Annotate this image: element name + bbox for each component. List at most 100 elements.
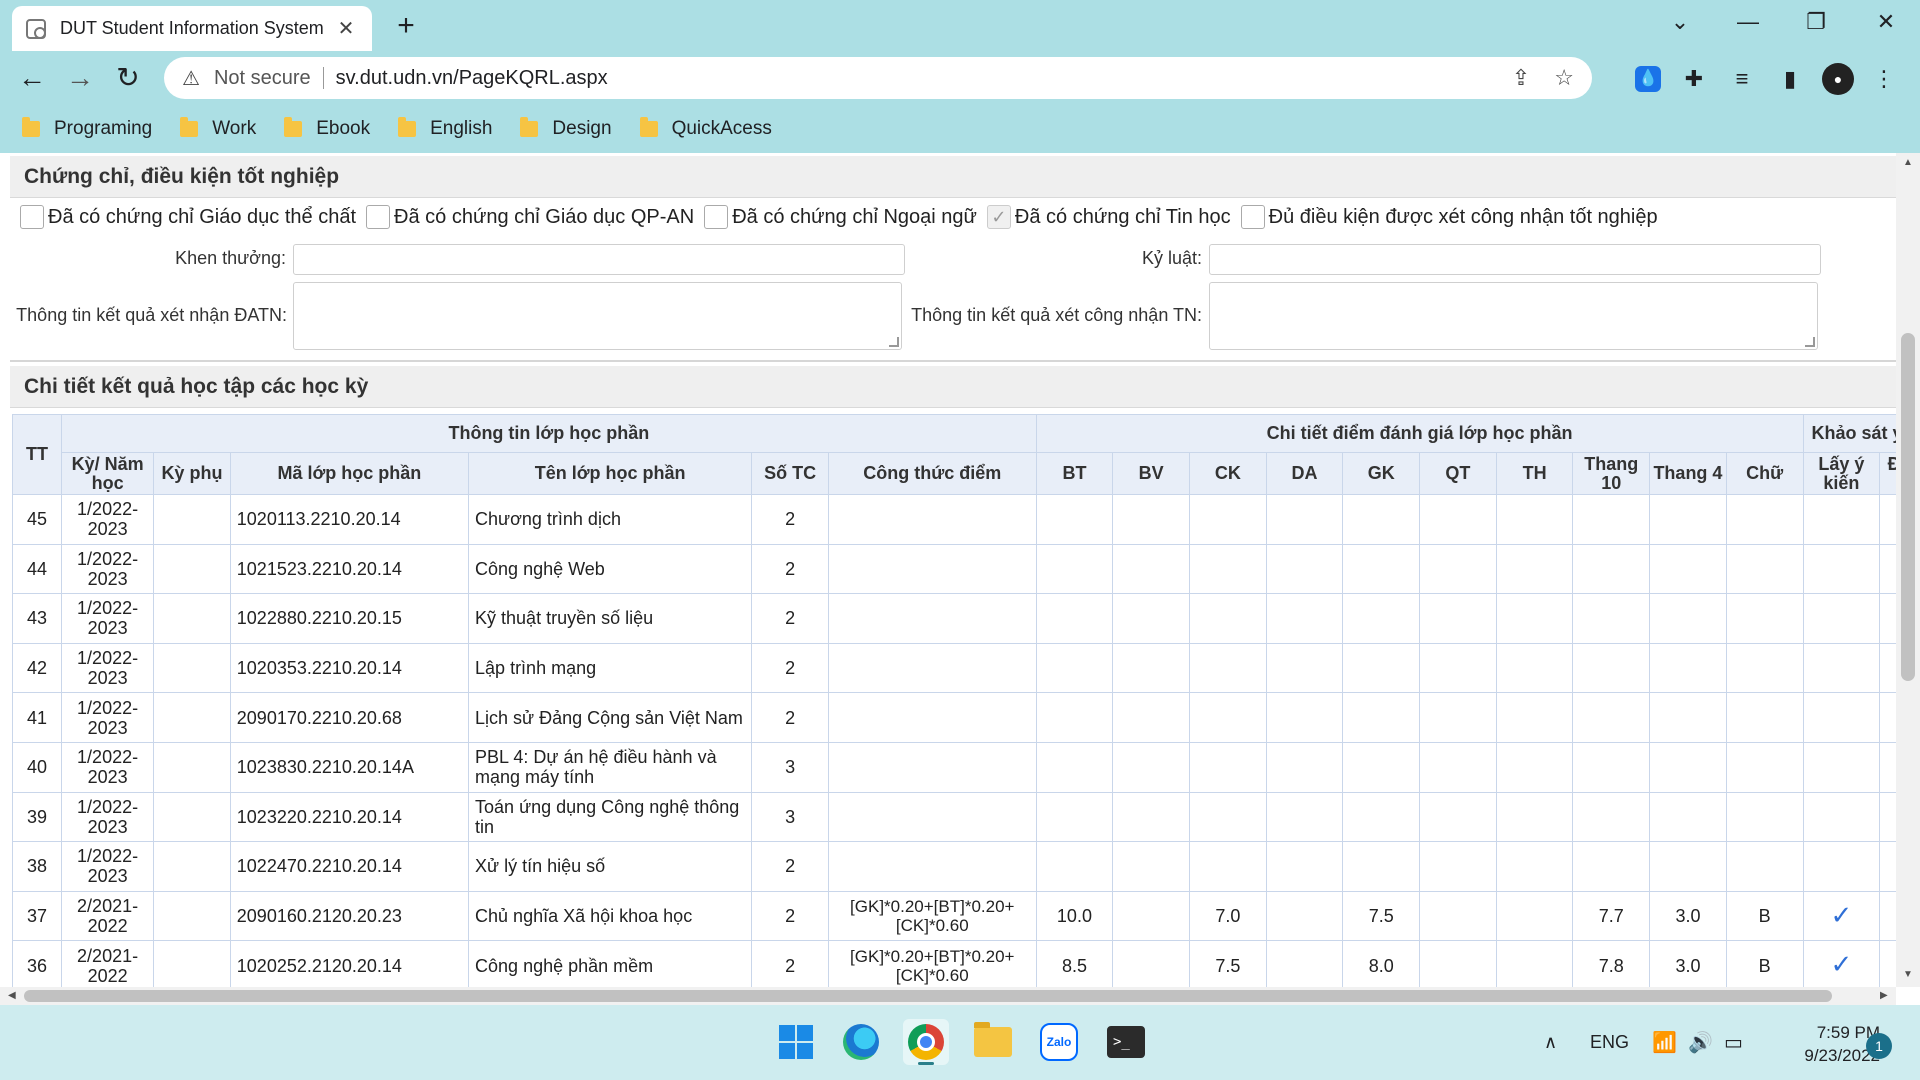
url-text[interactable]: sv.dut.udn.vn/PageKQRL.aspx <box>336 67 1488 90</box>
bookmark-ebook[interactable]: Ebook <box>284 117 371 140</box>
system-clock[interactable]: 7:59 PM 9/23/2022 <box>1760 1021 1880 1067</box>
media-control-icon[interactable]: ≡ <box>1726 63 1758 95</box>
cell-qt <box>1419 642 1497 694</box>
cell-th <box>1495 841 1574 892</box>
cell-ky_phu <box>153 642 231 694</box>
cert-ngoai-ngu-checkbox[interactable] <box>704 205 729 229</box>
reload-icon[interactable]: ↻ <box>110 61 146 97</box>
taskbar-zalo[interactable]: Zalo <box>1036 1019 1082 1065</box>
cell-ky: 1/2022-2023 <box>61 642 155 694</box>
vertical-scrollbar[interactable]: ▲ ▼ <box>1896 153 1920 987</box>
taskbar-terminal[interactable]: >_ <box>1103 1019 1149 1065</box>
wifi-icon[interactable]: 📶 <box>1652 1005 1677 1080</box>
close-window-icon[interactable]: ✕ <box>1866 8 1906 36</box>
bookmark-programing[interactable]: Programing <box>22 117 152 140</box>
bookmark-label: Work <box>212 118 257 139</box>
cell-ten: Công nghệ Web <box>468 543 753 595</box>
survey-check-icon[interactable]: ✓ <box>1830 949 1852 979</box>
cert-gdqp[interactable]: Đã có chứng chỉ Giáo dục QP-AN <box>366 205 694 229</box>
scroll-right-icon[interactable]: ▶ <box>1880 987 1888 1005</box>
tab-strip: DUT Student Information System ✕ + ⌄ — ❐… <box>0 0 1920 51</box>
cert-tin-hoc-checkbox[interactable]: ✓ <box>986 205 1011 229</box>
cert-du-dieu-kien-checkbox[interactable] <box>1240 205 1265 229</box>
cell-qt <box>1419 741 1497 793</box>
horizontal-scroll-thumb[interactable] <box>24 990 1832 1002</box>
security-label[interactable]: Not secure <box>214 67 311 90</box>
bookmark-label: Ebook <box>316 118 371 139</box>
taskbar-edge[interactable] <box>838 1019 884 1065</box>
cell-th <box>1495 741 1574 793</box>
cell-ten: Chương trình dịch <box>468 494 753 545</box>
extensions-puzzle-icon[interactable]: ✚ <box>1678 63 1710 95</box>
address-bar[interactable]: ⚠ Not secure sv.dut.udn.vn/PageKQRL.aspx… <box>164 57 1592 99</box>
datn-textarea[interactable] <box>293 282 902 350</box>
tn-textarea[interactable] <box>1209 282 1818 350</box>
horizontal-scrollbar[interactable]: ◀ ▶ <box>0 987 1896 1005</box>
cert-ngoai-ngu[interactable]: Đã có chứng chỉ Ngoại ngữ <box>704 205 977 229</box>
bookmark-quickacess[interactable]: QuickAcess <box>639 117 772 140</box>
bookmark-work[interactable]: Work <box>180 117 257 140</box>
cert-gdtc[interactable]: Đã có chứng chỉ Giáo dục thể chất <box>20 205 356 229</box>
khen-thuong-input[interactable] <box>293 244 905 275</box>
side-panel-icon[interactable]: ▮ <box>1774 63 1806 95</box>
cell-ma: 1022880.2210.20.15 <box>229 593 470 644</box>
cell-bt: 10.0 <box>1035 890 1114 942</box>
scroll-down-icon[interactable]: ▼ <box>1896 969 1920 980</box>
cell-tc: 2 <box>751 692 829 743</box>
cert-du-dieu-kien[interactable]: Đủ điều kiện được xét công nhận tốt nghi… <box>1240 205 1658 229</box>
bookmark-label: English <box>430 118 493 139</box>
forward-icon[interactable]: → <box>62 61 98 97</box>
minimize-icon[interactable]: — <box>1728 8 1768 36</box>
vertical-scroll-thumb[interactable] <box>1901 333 1915 681</box>
bookmark-english[interactable]: English <box>398 117 493 140</box>
menu-kebab-icon[interactable]: ⋮ <box>1868 63 1900 95</box>
cell-ky_phu <box>153 791 231 843</box>
volume-icon[interactable]: 🔊 <box>1688 1005 1713 1080</box>
water-drop-extension-icon[interactable]: 💧 <box>1635 66 1661 92</box>
scroll-left-icon[interactable]: ◀ <box>8 987 16 1005</box>
cell-bt <box>1035 841 1114 892</box>
bookmark-design[interactable]: Design <box>520 117 612 140</box>
cell-ky_phu <box>153 593 231 644</box>
cell-ma: 1021523.2210.20.14 <box>229 543 470 595</box>
back-icon[interactable]: ← <box>14 61 50 97</box>
cell-tt: 37 <box>12 890 63 942</box>
cell-gk <box>1342 642 1421 694</box>
cell-tt: 39 <box>12 791 63 843</box>
restore-icon[interactable]: ❐ <box>1796 8 1836 36</box>
start-button[interactable] <box>773 1019 819 1065</box>
cert-gdtc-checkbox[interactable] <box>20 205 44 229</box>
cell-da <box>1265 940 1344 987</box>
cell-tc: 2 <box>751 642 829 694</box>
taskbar-chrome[interactable] <box>903 1019 949 1065</box>
cell-ten: Xử lý tín hiệu số <box>468 841 753 892</box>
ky-luat-input[interactable] <box>1209 244 1821 275</box>
scroll-up-icon[interactable]: ▲ <box>1896 157 1920 168</box>
cell-th <box>1495 692 1574 743</box>
share-icon[interactable]: ⇪ <box>1512 65 1530 91</box>
close-tab-icon[interactable]: ✕ <box>334 16 358 41</box>
language-indicator[interactable]: ENG <box>1590 1005 1629 1080</box>
cell-ct <box>827 642 1037 694</box>
cell-th <box>1495 642 1574 694</box>
cell-t10 <box>1572 741 1651 793</box>
taskbar-file-explorer[interactable] <box>970 1019 1016 1065</box>
cell-da <box>1265 741 1344 793</box>
folder-icon <box>639 117 658 137</box>
profile-avatar[interactable]: ● <box>1822 63 1854 95</box>
cert-tin-hoc[interactable]: ✓ Đã có chứng chỉ Tin học <box>986 205 1231 229</box>
tab-search-icon[interactable]: ⌄ <box>1660 8 1700 36</box>
table-row: 36 2/2021-2022 1020252.2120.20.14 Công nghệ… <box>12 940 1896 987</box>
cell-lay: ✓ <box>1802 940 1881 987</box>
survey-check-icon[interactable]: ✓ <box>1830 900 1852 930</box>
battery-icon[interactable]: ▭ <box>1724 1005 1743 1080</box>
new-tab-button[interactable]: + <box>390 10 422 42</box>
notification-badge[interactable]: 1 <box>1866 1033 1892 1059</box>
browser-tab[interactable]: DUT Student Information System ✕ <box>12 6 372 51</box>
bookmark-star-icon[interactable]: ☆ <box>1554 65 1574 91</box>
col-th: TH <box>1495 452 1574 495</box>
cert-gdqp-checkbox[interactable] <box>366 205 391 229</box>
tray-chevron-icon[interactable]: ∧ <box>1544 1005 1557 1080</box>
cell-t4 <box>1649 741 1727 793</box>
cell-gk <box>1342 791 1421 843</box>
